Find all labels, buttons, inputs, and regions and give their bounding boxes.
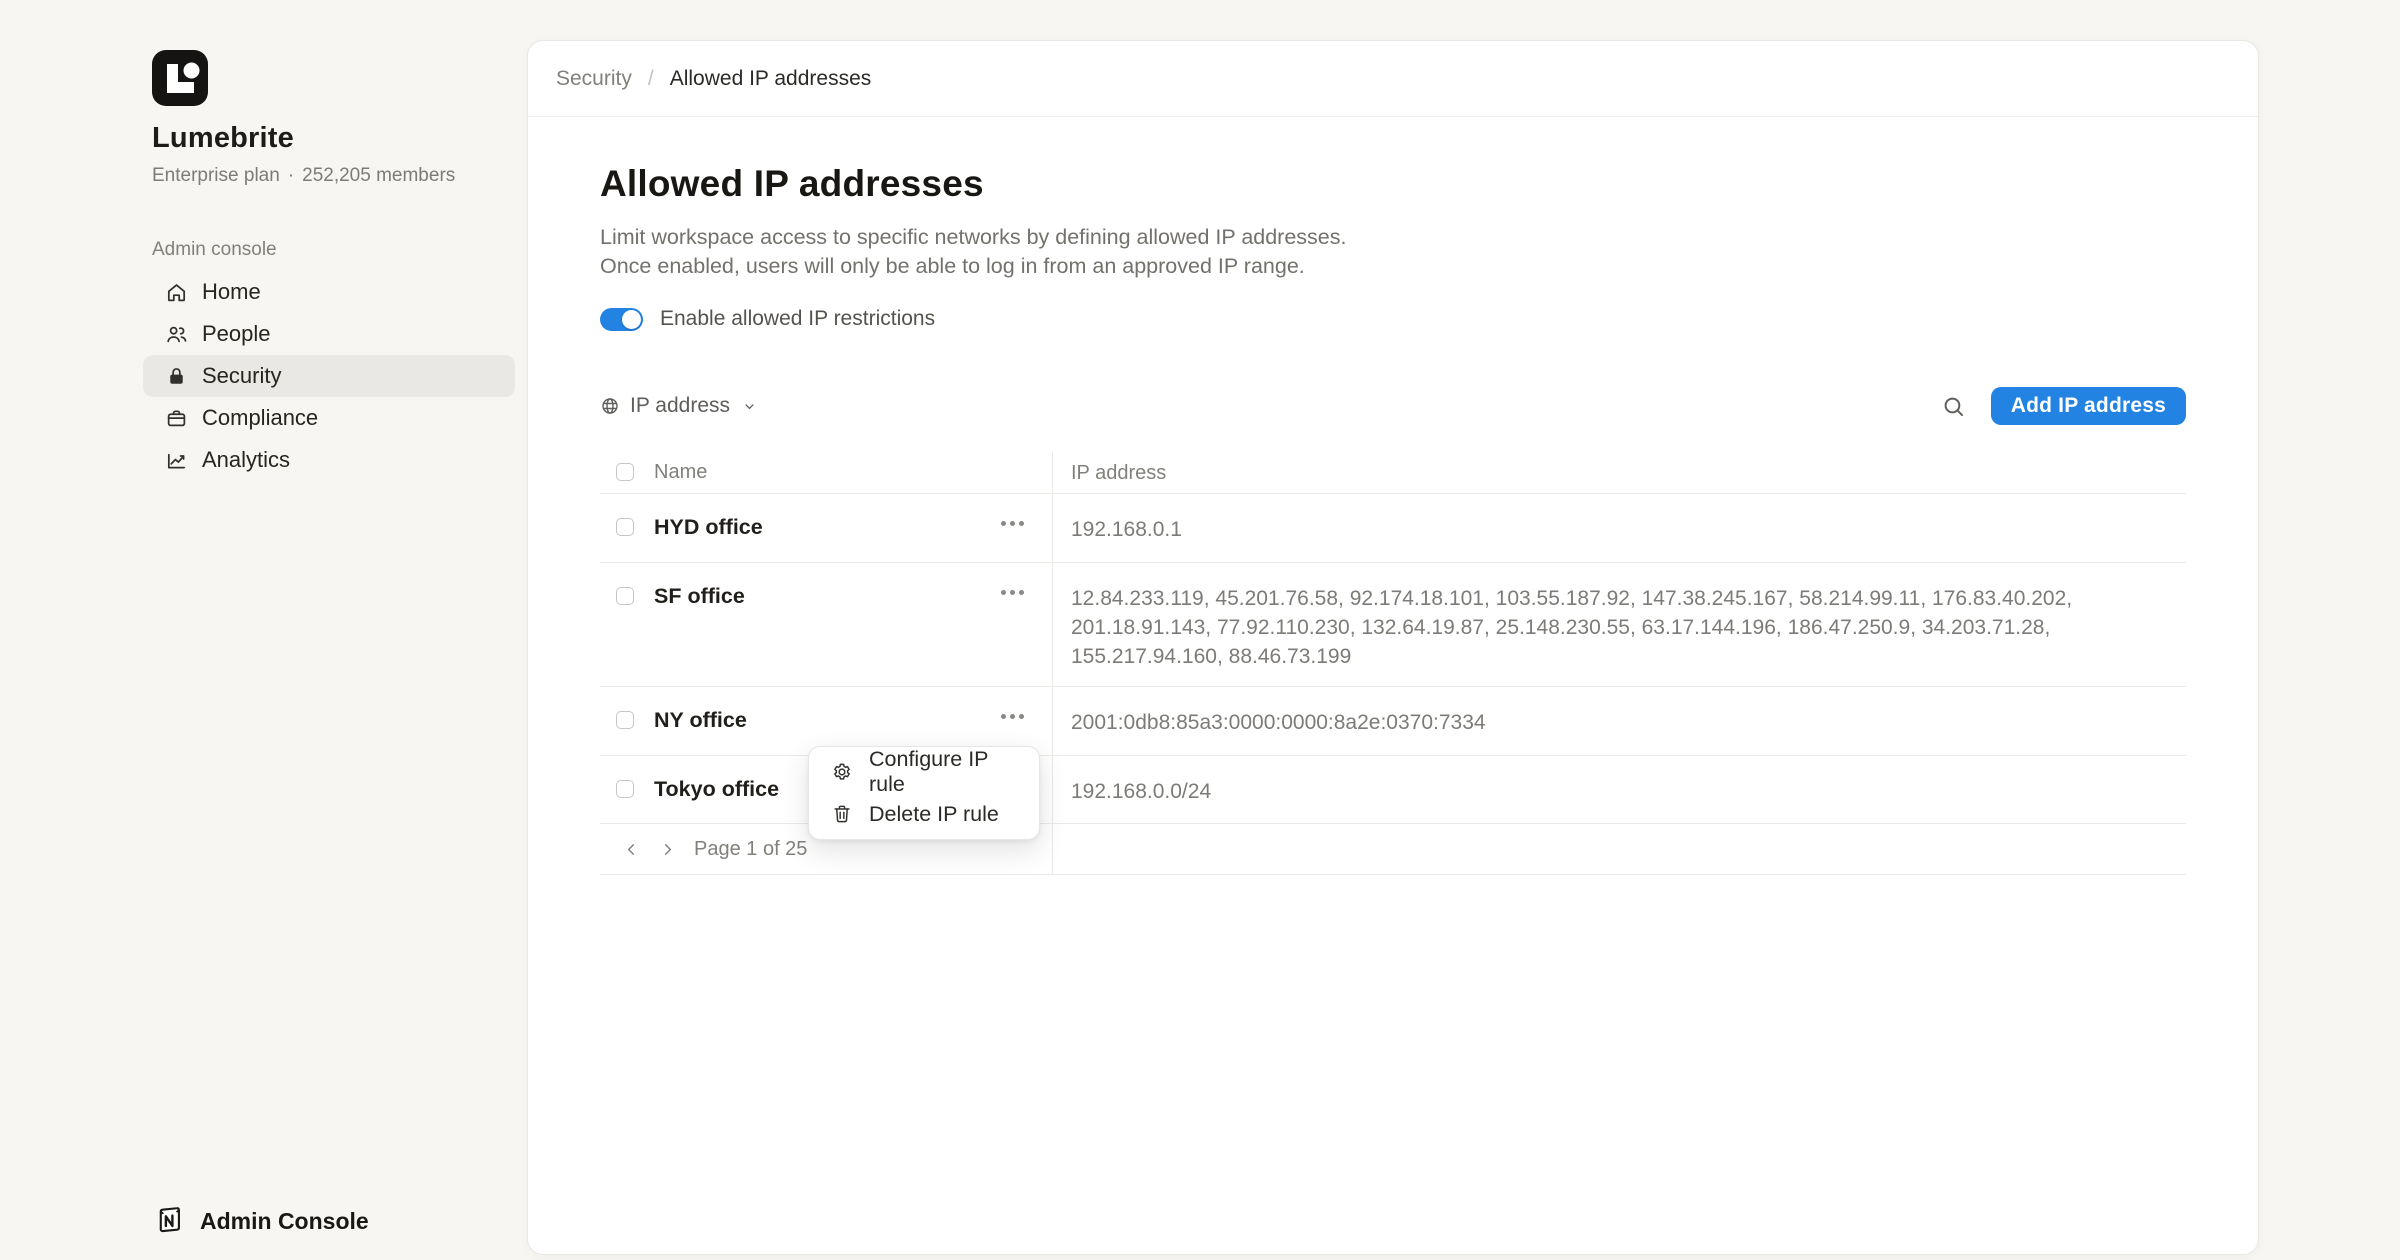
- trash-icon: [831, 803, 853, 825]
- lock-icon: [165, 365, 188, 388]
- row-name: HYD office: [654, 515, 763, 540]
- row-checkbox[interactable]: [616, 518, 634, 536]
- ip-restrictions-toggle[interactable]: [600, 308, 643, 331]
- row-actions-menu-icon[interactable]: [997, 710, 1028, 723]
- sidebar-item-compliance[interactable]: Compliance: [143, 397, 515, 439]
- right-actions: Add IP address: [1939, 387, 2186, 425]
- gear-icon: [831, 761, 853, 783]
- context-menu-item-configure[interactable]: Configure IP rule: [809, 751, 1039, 793]
- context-menu-item-delete[interactable]: Delete IP rule: [809, 793, 1039, 835]
- page-description-line2: Once enabled, users will only be able to…: [600, 252, 2186, 281]
- globe-icon: [600, 396, 620, 416]
- row-checkbox[interactable]: [616, 711, 634, 729]
- column-header-name: Name: [654, 461, 707, 484]
- column-header-ip: IP address: [1052, 452, 2186, 493]
- table-header-row: Name IP address: [600, 452, 2186, 494]
- sidebar-item-label: People: [202, 321, 271, 347]
- context-menu-item-label: Delete IP rule: [869, 802, 999, 827]
- row-context-menu: Configure IP rule Delete IP rule: [808, 746, 1040, 840]
- pagination-next-button[interactable]: [652, 834, 682, 864]
- table-actions-row: IP address Add IP address: [600, 387, 2186, 425]
- row-actions-menu-icon[interactable]: [997, 586, 1028, 599]
- row-ip: 192.168.0.1: [1052, 494, 2186, 562]
- workspace-meta: Enterprise plan · 252,205 members: [152, 165, 515, 187]
- row-ip: 2001:0db8:85a3:0000:0000:8a2e:0370:7334: [1052, 687, 2186, 755]
- select-all-checkbox[interactable]: [616, 463, 634, 481]
- breadcrumb-separator: /: [648, 67, 654, 91]
- page-description: Limit workspace access to specific netwo…: [600, 223, 2186, 281]
- workspace-logo[interactable]: [152, 50, 208, 106]
- page-description-line1: Limit workspace access to specific netwo…: [600, 223, 2186, 252]
- workspace-name: Lumebrite: [152, 122, 515, 155]
- lumebrite-logo-icon: [152, 50, 208, 106]
- ip-address-filter-dropdown[interactable]: IP address: [600, 394, 757, 418]
- filter-label: IP address: [630, 394, 730, 418]
- workspace-members: 252,205 members: [302, 165, 455, 187]
- breadcrumb: Security / Allowed IP addresses: [528, 41, 2258, 117]
- home-icon: [165, 281, 188, 304]
- sidebar-item-label: Home: [202, 279, 261, 305]
- row-name: Tokyo office: [654, 777, 779, 802]
- ip-restrictions-toggle-row: Enable allowed IP restrictions: [600, 307, 2186, 331]
- sidebar: Lumebrite Enterprise plan · 252,205 memb…: [143, 0, 515, 1260]
- sidebar-item-security[interactable]: Security: [143, 355, 515, 397]
- sidebar-item-home[interactable]: Home: [143, 271, 515, 313]
- row-checkbox[interactable]: [616, 780, 634, 798]
- search-button[interactable]: [1939, 391, 1969, 421]
- pagination-prev-button[interactable]: [616, 834, 646, 864]
- search-icon: [1941, 394, 1966, 419]
- row-ip: 12.84.233.119, 45.201.76.58, 92.174.18.1…: [1052, 563, 2186, 686]
- row-name: NY office: [654, 708, 747, 733]
- people-icon: [165, 323, 188, 346]
- trend-chart-icon: [165, 449, 188, 472]
- table-row: SF office 12.84.233.119, 45.201.76.58, 9…: [600, 563, 2186, 687]
- row-actions-menu-icon[interactable]: [997, 517, 1028, 530]
- notion-cube-icon: [152, 1204, 186, 1238]
- row-name: SF office: [654, 584, 745, 609]
- meta-dot: ·: [288, 165, 294, 187]
- row-checkbox[interactable]: [616, 587, 634, 605]
- briefcase-icon: [165, 407, 188, 430]
- row-ip: 192.168.0.0/24: [1052, 756, 2186, 823]
- toggle-knob: [622, 310, 641, 329]
- chevron-right-icon: [659, 841, 676, 858]
- breadcrumb-parent[interactable]: Security: [556, 67, 632, 91]
- admin-console-label: Admin Console: [200, 1208, 369, 1235]
- workspace-plan: Enterprise plan: [152, 165, 280, 187]
- sidebar-section-label: Admin console: [152, 239, 515, 261]
- sidebar-item-label: Compliance: [202, 405, 318, 431]
- breadcrumb-current: Allowed IP addresses: [670, 67, 872, 91]
- sidebar-item-people[interactable]: People: [143, 313, 515, 355]
- toggle-label: Enable allowed IP restrictions: [660, 307, 935, 331]
- page-title: Allowed IP addresses: [600, 163, 2186, 205]
- pagination-label: Page 1 of 25: [694, 838, 807, 861]
- sidebar-item-label: Analytics: [202, 447, 290, 473]
- page-content: Allowed IP addresses Limit workspace acc…: [528, 163, 2258, 875]
- context-menu-item-label: Configure IP rule: [869, 747, 1021, 797]
- admin-console-footer[interactable]: Admin Console: [152, 1204, 369, 1238]
- chevron-left-icon: [623, 841, 640, 858]
- add-ip-address-button[interactable]: Add IP address: [1991, 387, 2186, 425]
- main-panel: Security / Allowed IP addresses Allowed …: [527, 40, 2259, 1255]
- sidebar-item-label: Security: [202, 363, 281, 389]
- table-row: HYD office 192.168.0.1: [600, 494, 2186, 563]
- sidebar-item-analytics[interactable]: Analytics: [143, 439, 515, 481]
- chevron-down-icon: [742, 399, 757, 414]
- sidebar-nav: Home People Security: [143, 271, 515, 481]
